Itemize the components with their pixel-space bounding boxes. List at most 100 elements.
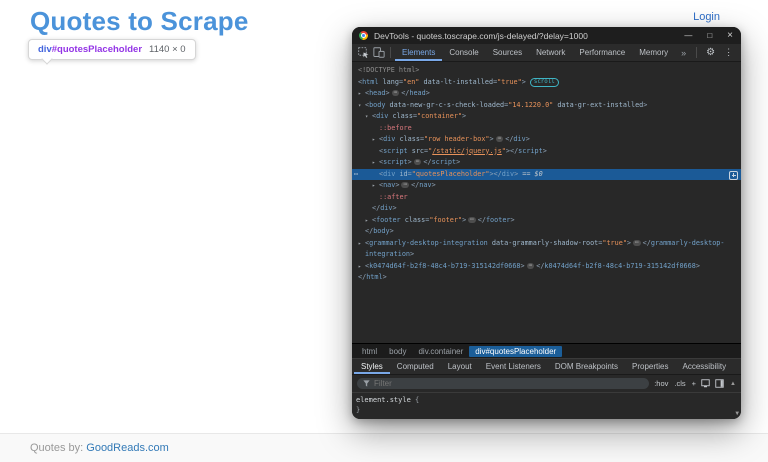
code-line[interactable]: ▸<footer class="footer">⋯</footer> (352, 215, 741, 227)
code-line[interactable]: ▸<script>⋯</script> (352, 157, 741, 169)
window-controls: — □ × (684, 32, 733, 40)
code-line[interactable]: ▸<grammarly-desktop-integration data-gra… (352, 238, 741, 250)
style-control-hov[interactable]: :hov (654, 379, 668, 388)
sidebar-tab-properties[interactable]: Properties (625, 359, 675, 374)
styles-filter-box[interactable] (357, 378, 649, 389)
kebab-menu-icon[interactable]: ⋮ (720, 47, 737, 58)
login-link[interactable]: Login (693, 11, 720, 23)
code-line[interactable]: </body> (352, 226, 741, 238)
expand-inline-icon[interactable]: ⋯ (392, 90, 400, 96)
code-token: ::before (379, 124, 412, 132)
code-token: div (376, 112, 388, 120)
maximize-button[interactable]: □ (707, 32, 712, 40)
sidebar-tab-styles[interactable]: Styles (354, 359, 390, 374)
code-token: > (696, 262, 700, 270)
expand-inline-icon[interactable]: ⋯ (401, 182, 409, 188)
tab-performance[interactable]: Performance (572, 44, 632, 61)
devtools-titlebar[interactable]: DevTools - quotes.toscrape.com/js-delaye… (352, 27, 741, 44)
sidebar-tab-dom-breakpoints[interactable]: DOM Breakpoints (548, 359, 625, 374)
code-line[interactable]: integration> (352, 249, 741, 261)
line-menu-icon[interactable]: ⋯ (354, 169, 357, 181)
tab-network[interactable]: Network (529, 44, 572, 61)
page-title[interactable]: Quotes to Scrape (30, 6, 248, 37)
code-line[interactable]: </html> (352, 272, 741, 284)
code-line[interactable]: <html lang="en" data-lt-installed="true"… (352, 77, 741, 89)
style-pane-controls: :hov .cls + (654, 379, 696, 388)
expand-inline-icon[interactable]: ⋯ (496, 136, 504, 142)
sidebar-tab-layout[interactable]: Layout (441, 359, 479, 374)
devtools-tabs: ElementsConsoleSourcesNetworkPerformance… (395, 44, 675, 61)
tab-console[interactable]: Console (442, 44, 485, 61)
tab-elements[interactable]: Elements (395, 44, 442, 61)
breadcrumb-item[interactable]: div#quotesPlaceholder (469, 346, 562, 357)
expand-inline-icon[interactable]: ⋯ (414, 159, 422, 165)
code-token: </ (372, 204, 380, 212)
code-token: ::after (379, 193, 408, 201)
code-token: > (426, 89, 430, 97)
breadcrumb-item[interactable]: html (356, 346, 383, 357)
breadcrumb-item[interactable]: body (383, 346, 412, 357)
tab-sources[interactable]: Sources (486, 44, 529, 61)
minimize-button[interactable]: — (684, 32, 692, 40)
code-token: > (383, 273, 387, 281)
goodreads-link[interactable]: GoodReads.com (86, 442, 169, 454)
code-token: k0474d64f-b2f8-48c4-b719-315142df0668 (369, 262, 520, 270)
code-token: script (383, 147, 408, 155)
code-token: > (432, 181, 436, 189)
code-line[interactable]: ::before (352, 123, 741, 135)
code-token: > (643, 101, 647, 109)
expand-inline-icon[interactable]: ⋯ (468, 217, 476, 223)
sidebar-tab-accessibility[interactable]: Accessibility (676, 359, 734, 374)
attribute-link[interactable]: /static/jquery.js (432, 147, 502, 155)
device-toolbar-icon[interactable] (371, 45, 386, 60)
code-token: div (383, 170, 395, 178)
toolbar-divider (390, 47, 391, 58)
style-control-cls[interactable]: .cls (674, 379, 685, 388)
settings-gear-icon[interactable]: ⚙ (701, 47, 720, 58)
sidebar-tab-event-listeners[interactable]: Event Listeners (479, 359, 548, 374)
expand-inline-icon[interactable]: ⋯ (527, 263, 535, 269)
code-token: html (362, 78, 378, 86)
inspect-element-icon[interactable] (356, 45, 371, 60)
code-token: div (502, 170, 514, 178)
code-token: nav (383, 181, 395, 189)
close-button[interactable]: × (727, 32, 733, 40)
expand-inline-icon[interactable]: ⋯ (633, 240, 641, 246)
toolbar-divider (696, 47, 697, 58)
sidebar-toggle-icon[interactable] (715, 379, 724, 388)
code-token: </ (478, 216, 486, 224)
elements-tree: <!DOCTYPE html><html lang="en" data-lt-i… (352, 62, 741, 343)
element-badge-icon[interactable] (729, 171, 738, 180)
code-token: "footer" (429, 216, 462, 224)
code-line[interactable]: ▾<div class="container"> (352, 111, 741, 123)
code-line[interactable]: ▸<k0474d64f-b2f8-48c4-b719-315142df0668>… (352, 261, 741, 273)
code-token: ></ (490, 170, 502, 178)
scrollbar-down-icon[interactable]: ▼ (735, 410, 739, 417)
tooltip-selector: div#quotesPlaceholder (38, 44, 142, 55)
code-line[interactable]: <script src="/static/jquery.js"></script… (352, 146, 741, 158)
code-line[interactable]: ▸<nav>⋯</nav> (352, 180, 741, 192)
code-token: integration (365, 250, 410, 258)
code-line[interactable]: ⋯<div id="quotesPlaceholder"></div> == $… (352, 169, 741, 181)
scroll-badge[interactable]: scroll (530, 78, 559, 87)
tab-memory[interactable]: Memory (632, 44, 675, 61)
code-line[interactable]: ::after (352, 192, 741, 204)
code-token: div (383, 135, 395, 143)
code-token: data-new-gr-c-s-check-loaded (385, 101, 504, 109)
styles-filter-input[interactable] (374, 379, 643, 388)
code-token: body (373, 227, 389, 235)
code-line[interactable]: </div> (352, 203, 741, 215)
code-token: </ (365, 227, 373, 235)
code-line[interactable]: ▸<div class="row header-box">⋯</div> (352, 134, 741, 146)
more-tabs-chevron[interactable]: » (675, 48, 692, 58)
element-style-close-brace: } (356, 406, 360, 414)
element-style-section[interactable]: element.style { } ▼ (352, 392, 741, 419)
code-line[interactable]: ▸<head>⋯</head> (352, 88, 741, 100)
code-line[interactable]: ▾<body data-new-gr-c-s-check-loaded="14.… (352, 100, 741, 112)
code-line[interactable]: <!DOCTYPE html> (352, 65, 741, 77)
scrollbar-up-icon[interactable]: ▲ (730, 381, 736, 387)
style-control-[interactable]: + (692, 379, 696, 388)
sidebar-tab-computed[interactable]: Computed (390, 359, 441, 374)
breadcrumb-item[interactable]: div.container (412, 346, 469, 357)
new-style-rule-icon[interactable] (701, 379, 710, 388)
